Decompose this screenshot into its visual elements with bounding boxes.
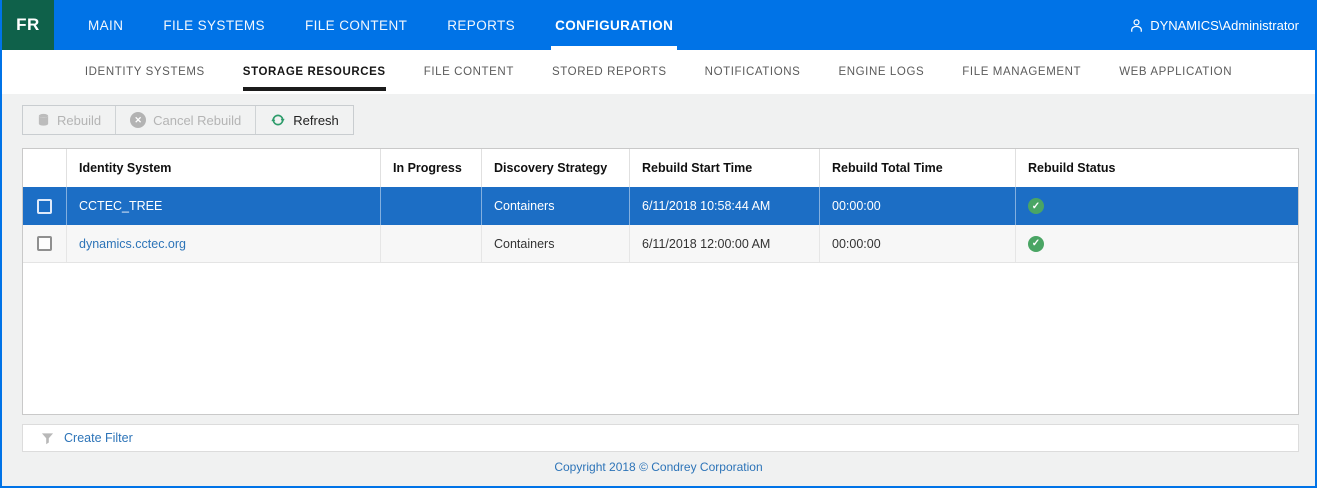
cancel-rebuild-button[interactable]: Cancel Rebuild bbox=[116, 106, 256, 134]
topnav-item-reports[interactable]: REPORTS bbox=[445, 0, 517, 50]
person-icon bbox=[1129, 18, 1144, 33]
rebuild-total-time-cell: 00:00:00 bbox=[820, 187, 1016, 225]
in-progress-cell bbox=[381, 225, 482, 262]
user-name-label: DYNAMICS\Administrator bbox=[1150, 18, 1299, 33]
rebuild-status-cell bbox=[1016, 187, 1298, 225]
topbar-spacer bbox=[711, 0, 1129, 50]
identity-systems-table: Identity System In Progress Discovery St… bbox=[22, 148, 1299, 415]
in-progress-cell bbox=[381, 187, 482, 225]
discovery-strategy-cell: Containers bbox=[482, 187, 630, 225]
row-checkbox[interactable] bbox=[37, 236, 52, 251]
refresh-button[interactable]: Refresh bbox=[256, 106, 353, 134]
topnav-item-main[interactable]: MAIN bbox=[86, 0, 125, 50]
rebuild-status-cell bbox=[1016, 225, 1298, 262]
subnav-item-stored-reports[interactable]: STORED REPORTS bbox=[552, 50, 667, 94]
rebuild-total-time-cell: 00:00:00 bbox=[820, 225, 1016, 262]
app-window: FR MAIN FILE SYSTEMS FILE CONTENT REPORT… bbox=[0, 0, 1317, 488]
main-content: Rebuild Cancel Rebuild Refresh bbox=[2, 94, 1315, 486]
header-rebuild-start-time[interactable]: Rebuild Start Time bbox=[630, 149, 820, 187]
check-circle-icon bbox=[1028, 198, 1044, 214]
filter-funnel-icon bbox=[41, 432, 54, 445]
table-row[interactable]: dynamics.cctec.org Containers 6/11/2018 … bbox=[23, 225, 1298, 263]
rebuild-button[interactable]: Rebuild bbox=[23, 106, 116, 134]
header-select-column bbox=[23, 149, 67, 187]
check-circle-icon bbox=[1028, 236, 1044, 252]
subnav-item-web-application[interactable]: WEB APPLICATION bbox=[1119, 50, 1232, 94]
table-row[interactable]: CCTEC_TREE Containers 6/11/2018 10:58:44… bbox=[23, 187, 1298, 225]
subnav-item-file-content[interactable]: FILE CONTENT bbox=[424, 50, 514, 94]
header-identity-system[interactable]: Identity System bbox=[67, 149, 381, 187]
top-nav-bar: FR MAIN FILE SYSTEMS FILE CONTENT REPORT… bbox=[2, 0, 1315, 50]
rebuild-start-time-cell: 6/11/2018 10:58:44 AM bbox=[630, 187, 820, 225]
rebuild-button-label: Rebuild bbox=[57, 113, 101, 128]
topnav-item-file-systems[interactable]: FILE SYSTEMS bbox=[161, 0, 267, 50]
current-user[interactable]: DYNAMICS\Administrator bbox=[1129, 0, 1299, 50]
identity-system-link[interactable]: dynamics.cctec.org bbox=[67, 225, 381, 262]
table-header-row: Identity System In Progress Discovery St… bbox=[23, 149, 1298, 187]
cancel-rebuild-button-label: Cancel Rebuild bbox=[153, 113, 241, 128]
subnav-item-notifications[interactable]: NOTIFICATIONS bbox=[705, 50, 801, 94]
filter-bar: Create Filter bbox=[22, 424, 1299, 452]
refresh-icon bbox=[270, 112, 286, 128]
header-rebuild-total-time[interactable]: Rebuild Total Time bbox=[820, 149, 1016, 187]
subnav-item-identity-systems[interactable]: IDENTITY SYSTEMS bbox=[85, 50, 205, 94]
identity-system-cell: CCTEC_TREE bbox=[67, 187, 381, 225]
top-nav: MAIN FILE SYSTEMS FILE CONTENT REPORTS C… bbox=[86, 0, 711, 50]
app-logo: FR bbox=[2, 0, 54, 50]
header-in-progress[interactable]: In Progress bbox=[381, 149, 482, 187]
row-select-cell bbox=[23, 225, 67, 262]
toolbar: Rebuild Cancel Rebuild Refresh bbox=[22, 105, 354, 135]
rebuild-start-time-cell: 6/11/2018 12:00:00 AM bbox=[630, 225, 820, 262]
header-discovery-strategy[interactable]: Discovery Strategy bbox=[482, 149, 630, 187]
header-rebuild-status[interactable]: Rebuild Status bbox=[1016, 149, 1298, 187]
discovery-strategy-cell: Containers bbox=[482, 225, 630, 262]
subnav-item-file-management[interactable]: FILE MANAGEMENT bbox=[962, 50, 1081, 94]
subnav-item-engine-logs[interactable]: ENGINE LOGS bbox=[838, 50, 924, 94]
create-filter-link[interactable]: Create Filter bbox=[64, 431, 133, 445]
subnav-item-storage-resources[interactable]: STORAGE RESOURCES bbox=[243, 50, 386, 94]
refresh-button-label: Refresh bbox=[293, 113, 339, 128]
cancel-circle-icon bbox=[130, 112, 146, 128]
row-checkbox[interactable] bbox=[37, 199, 52, 214]
configuration-sub-nav: IDENTITY SYSTEMS STORAGE RESOURCES FILE … bbox=[2, 50, 1315, 94]
topnav-item-file-content[interactable]: FILE CONTENT bbox=[303, 0, 409, 50]
topnav-item-configuration[interactable]: CONFIGURATION bbox=[553, 0, 675, 50]
database-icon bbox=[37, 113, 50, 127]
row-select-cell bbox=[23, 187, 67, 225]
copyright-footer: Copyright 2018 © Condrey Corporation bbox=[2, 460, 1315, 474]
